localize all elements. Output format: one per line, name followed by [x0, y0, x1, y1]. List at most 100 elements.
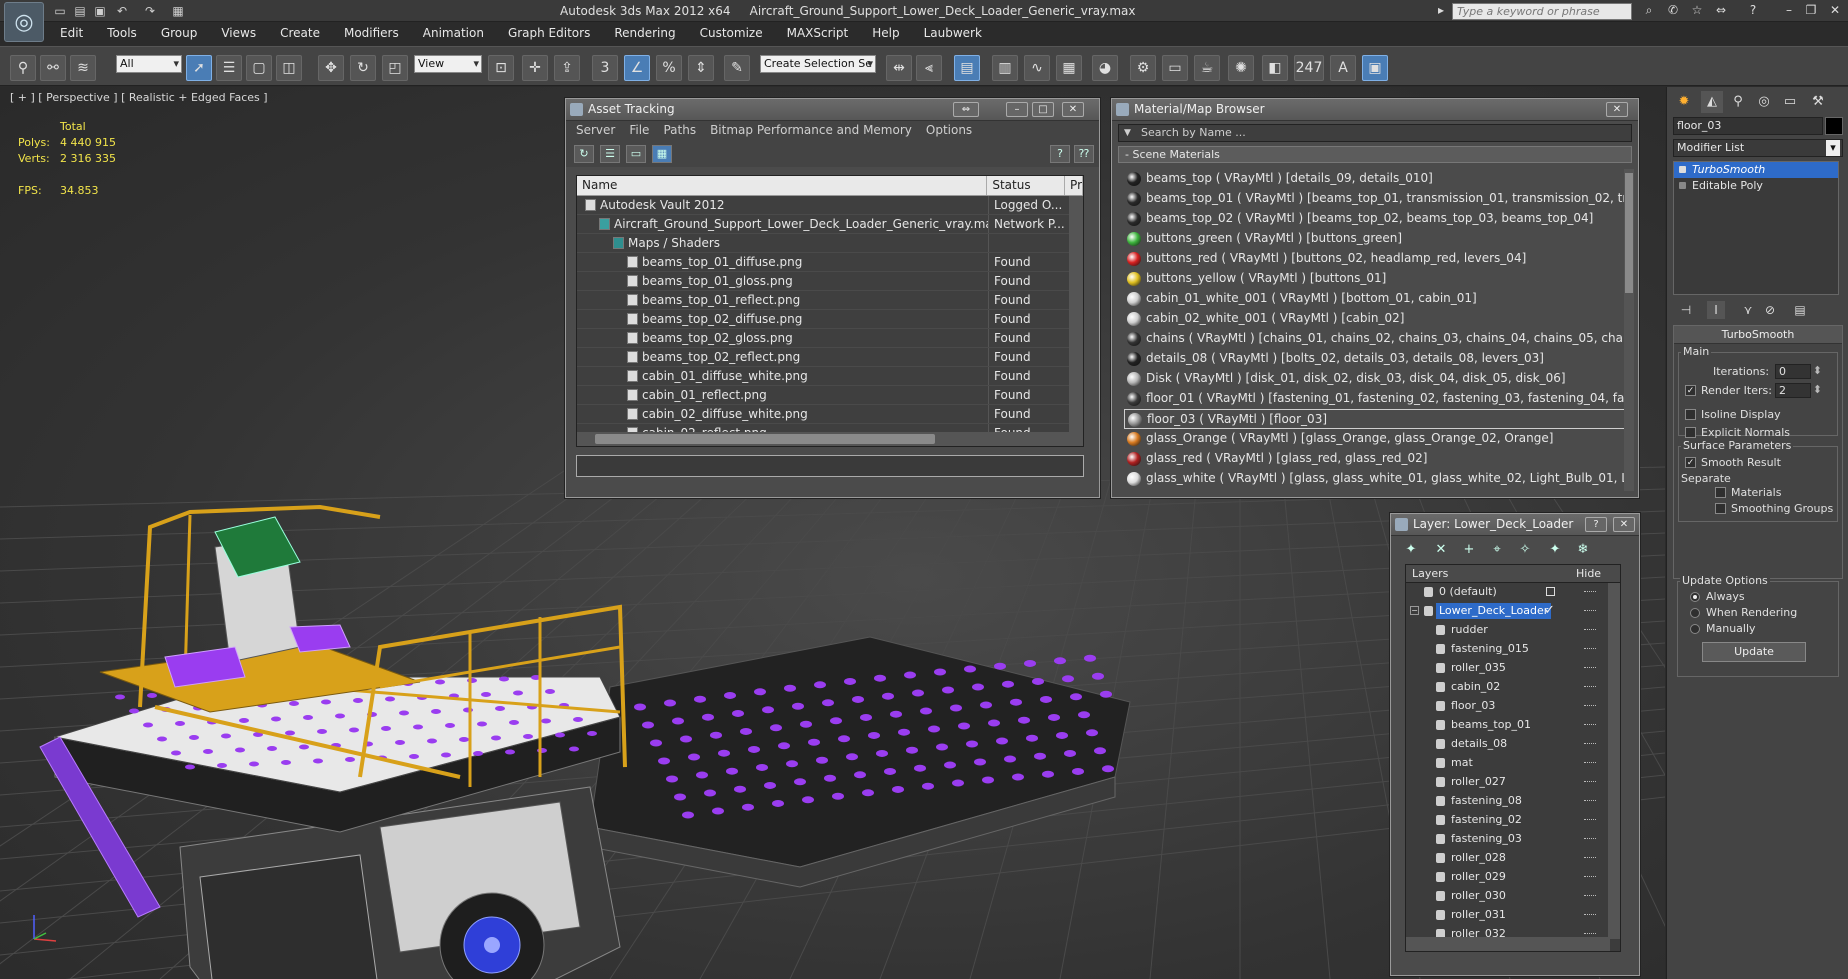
asset-row[interactable]: beams_top_01_reflect.png Found — [577, 291, 1083, 310]
material-item[interactable]: beams_top_02 ( VRayMtl ) [beams_top_02, … — [1124, 209, 1634, 229]
layer-object-row[interactable]: roller_027 — [1406, 773, 1620, 792]
display-tab-icon[interactable]: ▭ — [1779, 91, 1801, 113]
help-icon[interactable]: ? — [1585, 517, 1607, 532]
hide-toggle[interactable] — [1584, 648, 1596, 651]
explicit-normals-checkbox[interactable] — [1685, 427, 1696, 438]
unlink-icon[interactable]: ⚯ — [40, 55, 66, 81]
layer-object-row[interactable]: fastening_08 — [1406, 792, 1620, 811]
project-folder-icon[interactable]: ▦ — [170, 3, 186, 19]
asset-path-field[interactable] — [576, 455, 1084, 477]
help-icon[interactable]: ? — [1744, 3, 1762, 19]
restore-icon[interactable]: ❐ — [1802, 3, 1820, 19]
lightbulb-icon[interactable] — [1679, 166, 1686, 173]
show-end-result-icon[interactable]: Ⅰ — [1707, 301, 1725, 319]
asset-vertical-scrollbar[interactable] — [1069, 196, 1083, 446]
asset-menu-file[interactable]: File — [622, 121, 656, 141]
material-item[interactable]: beams_top_01 ( VRayMtl ) [beams_top_01, … — [1124, 189, 1634, 209]
hide-toggle[interactable] — [1584, 667, 1596, 670]
material-item[interactable]: chains ( VRayMtl ) [chains_01, chains_02… — [1124, 329, 1634, 349]
hide-toggle[interactable] — [1584, 686, 1596, 689]
close-icon[interactable]: ✕ — [1613, 517, 1635, 532]
freeze-all-icon[interactable]: ❄ — [1573, 541, 1593, 559]
select-by-name-icon[interactable]: ☰ — [216, 55, 242, 81]
expand-icon[interactable] — [1679, 182, 1686, 189]
layer-object-row[interactable]: fastening_015 — [1406, 640, 1620, 659]
help-icon[interactable]: ? — [1050, 145, 1070, 163]
column-name[interactable]: Name — [577, 176, 988, 195]
mirror-icon[interactable]: ⇹ — [886, 55, 912, 81]
render-iters-spinner[interactable]: 2 — [1775, 383, 1822, 398]
menu-animation[interactable]: Animation — [411, 24, 496, 44]
material-scrollbar[interactable] — [1624, 169, 1634, 491]
remove-modifier-icon[interactable]: ⊘ — [1761, 301, 1779, 319]
column-hide[interactable]: Hide — [1576, 565, 1601, 582]
hide-toggle[interactable] — [1584, 819, 1596, 822]
layer-manager-titlebar[interactable]: Layer: Lower_Deck_Loader ? ✕ — [1391, 514, 1639, 536]
asset-row[interactable]: Maps / Shaders — [577, 234, 1083, 253]
schematic-view-icon[interactable]: ▦ — [1056, 55, 1082, 81]
search-input[interactable]: Type a keyword or phrase — [1452, 3, 1632, 20]
move-icon[interactable]: ✥ — [318, 55, 344, 81]
rectangular-selection-icon[interactable]: ▢ — [246, 55, 272, 81]
redo-icon[interactable]: ↷ — [142, 3, 158, 19]
layer-horizontal-scrollbar[interactable] — [1406, 937, 1610, 951]
layer-object-row[interactable]: beams_top_01 — [1406, 716, 1620, 735]
save-file-icon[interactable]: ▣ — [92, 3, 108, 19]
pivot-center-icon[interactable]: ⊡ — [488, 55, 514, 81]
material-item[interactable]: cabin_02_white_001 ( VRayMtl ) [cabin_02… — [1124, 309, 1634, 329]
asset-menu-bitmap-performance[interactable]: Bitmap Performance and Memory — [703, 121, 919, 141]
delete-layer-icon[interactable]: ✕ — [1431, 541, 1451, 559]
align-icon[interactable]: ⫷ — [916, 55, 942, 81]
render-production-icon[interactable]: ☕ — [1194, 55, 1220, 81]
smoothing-groups-checkbox[interactable] — [1715, 503, 1726, 514]
create-layer-icon[interactable]: ✦ — [1401, 541, 1421, 559]
save-image-icon[interactable]: ▣ — [1362, 55, 1388, 81]
material-item[interactable]: floor_01 ( VRayMtl ) [fastening_01, fast… — [1124, 389, 1634, 409]
named-selection-dropdown[interactable]: Create Selection Se — [760, 55, 876, 73]
hide-all-icon[interactable]: ✦ — [1545, 541, 1565, 559]
asset-scroll-thumb[interactable] — [595, 434, 935, 444]
column-proxy[interactable]: Pr — [1065, 176, 1083, 195]
isoline-display-checkbox[interactable] — [1685, 409, 1696, 420]
stack-item-editable-poly[interactable]: Editable Poly — [1674, 178, 1838, 194]
make-unique-icon[interactable]: ⋎ — [1739, 301, 1757, 319]
layer-row[interactable]: 0 (default) — [1406, 583, 1620, 602]
asset-row[interactable]: Autodesk Vault 2012 Logged O... — [577, 196, 1083, 215]
percent-snap-icon[interactable]: % — [656, 55, 682, 81]
close-icon[interactable]: ✕ — [1062, 102, 1084, 117]
layer-row[interactable]: Lower_Deck_Loader ✓ − — [1406, 602, 1620, 621]
asset-row[interactable]: beams_top_02_diffuse.png Found — [577, 310, 1083, 329]
list-view-icon[interactable]: ☰ — [600, 145, 620, 163]
turbosmooth-rollout-title[interactable]: TurboSmooth — [1674, 326, 1842, 344]
menu-modifiers[interactable]: Modifiers — [332, 24, 411, 44]
open-file-icon[interactable]: ▤ — [72, 3, 88, 19]
material-browser-window[interactable]: Material/Map Browser ✕ Search by Name ..… — [1111, 98, 1639, 498]
layer-object-row[interactable]: roller_028 — [1406, 849, 1620, 868]
close-icon[interactable]: ✕ — [1826, 3, 1844, 19]
layer-vertical-scrollbar[interactable] — [1608, 583, 1620, 939]
hide-toggle[interactable] — [1584, 743, 1596, 746]
layer-object-row[interactable]: fastening_03 — [1406, 830, 1620, 849]
material-item[interactable]: buttons_green ( VRayMtl ) [buttons_green… — [1124, 229, 1634, 249]
bind-space-warp-icon[interactable]: ≋ — [70, 55, 96, 81]
viewport-label[interactable]: [ + ] [ Perspective ] [ Realistic + Edge… — [10, 91, 268, 104]
table-view-icon[interactable]: ▦ — [652, 145, 672, 163]
layer-object-row[interactable]: rudder — [1406, 621, 1620, 640]
menu-help[interactable]: Help — [860, 24, 911, 44]
menu-maxscript[interactable]: MAXScript — [775, 24, 861, 44]
communication-center-icon[interactable]: ✆ — [1664, 3, 1682, 19]
material-scroll-thumb[interactable] — [1625, 173, 1633, 293]
scale-icon[interactable]: ◰ — [382, 55, 408, 81]
highlight-selected-icon[interactable]: ✧ — [1515, 541, 1535, 559]
selection-filter-dropdown[interactable]: All — [116, 55, 182, 73]
minimize-icon[interactable]: – — [1006, 102, 1028, 117]
menu-edit[interactable]: Edit — [48, 24, 95, 44]
hide-toggle[interactable] — [1584, 781, 1596, 784]
render-iters-checkbox[interactable]: ✓ — [1685, 385, 1696, 396]
text-icon[interactable]: A — [1330, 55, 1356, 81]
menu-views[interactable]: Views — [209, 24, 268, 44]
layer-object-row[interactable]: floor_03 — [1406, 697, 1620, 716]
manually-radio[interactable] — [1690, 624, 1700, 634]
context-help-icon[interactable]: ⁇ — [1074, 145, 1094, 163]
refresh-icon[interactable]: ↻ — [574, 145, 594, 163]
